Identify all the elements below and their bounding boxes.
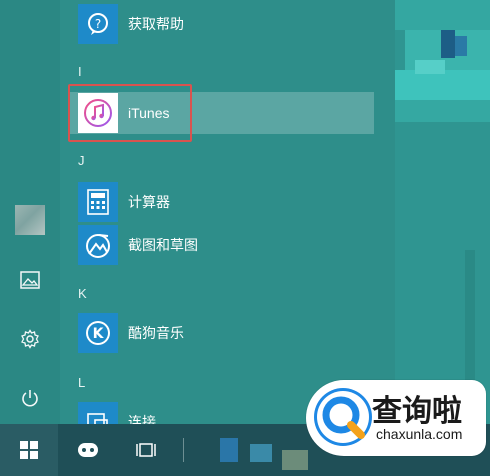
pinned-app-icon[interactable]	[282, 450, 308, 470]
app-label: 获取帮助	[128, 16, 184, 32]
pinned-app-icon[interactable]	[220, 438, 238, 462]
photos-icon[interactable]	[12, 262, 48, 298]
pinned-app-icon[interactable]	[250, 444, 272, 462]
section-letter-i[interactable]: I	[78, 64, 82, 79]
section-letter-l[interactable]: L	[78, 375, 85, 390]
watermark-cn: 查询啦	[372, 394, 462, 429]
taskbar-divider	[183, 438, 184, 462]
app-label: 截图和草图	[128, 237, 198, 253]
windows-start-icon[interactable]	[0, 424, 58, 476]
app-item-calculator[interactable]: 计算器	[78, 182, 170, 222]
cortana-icon[interactable]	[60, 424, 116, 476]
snip-sketch-icon	[78, 225, 118, 265]
calculator-icon	[78, 182, 118, 222]
app-item-connect[interactable]: 连接	[78, 402, 156, 424]
kugou-k-icon: K	[78, 313, 118, 353]
power-icon[interactable]	[12, 380, 48, 416]
start-left-rail	[0, 0, 60, 424]
svg-text:K: K	[93, 326, 105, 342]
watermark-en: chaxunla.com	[376, 426, 463, 442]
section-letter-j[interactable]: J	[78, 153, 85, 168]
settings-gear-icon[interactable]	[12, 321, 48, 357]
svg-text:?: ?	[95, 17, 101, 31]
connect-icon	[78, 402, 118, 424]
task-view-icon[interactable]	[118, 424, 174, 476]
magnifier-logo-icon	[314, 388, 372, 446]
app-item-kugou[interactable]: K 酷狗音乐	[78, 313, 184, 353]
help-chat-icon: ?	[78, 4, 118, 44]
app-item-tips[interactable]: ? 获取帮助	[78, 4, 184, 44]
app-label: 计算器	[128, 194, 170, 210]
app-label: 连接	[128, 414, 156, 424]
app-item-snip-sketch[interactable]: 截图和草图	[78, 225, 198, 265]
live-tiles-panel[interactable]	[395, 0, 490, 424]
section-letter-k[interactable]: K	[78, 286, 87, 301]
red-highlight-box	[68, 84, 192, 142]
user-avatar[interactable]	[15, 205, 45, 235]
app-label: 酷狗音乐	[128, 325, 184, 341]
watermark-logo: 查询啦 chaxunla.com	[306, 380, 486, 456]
